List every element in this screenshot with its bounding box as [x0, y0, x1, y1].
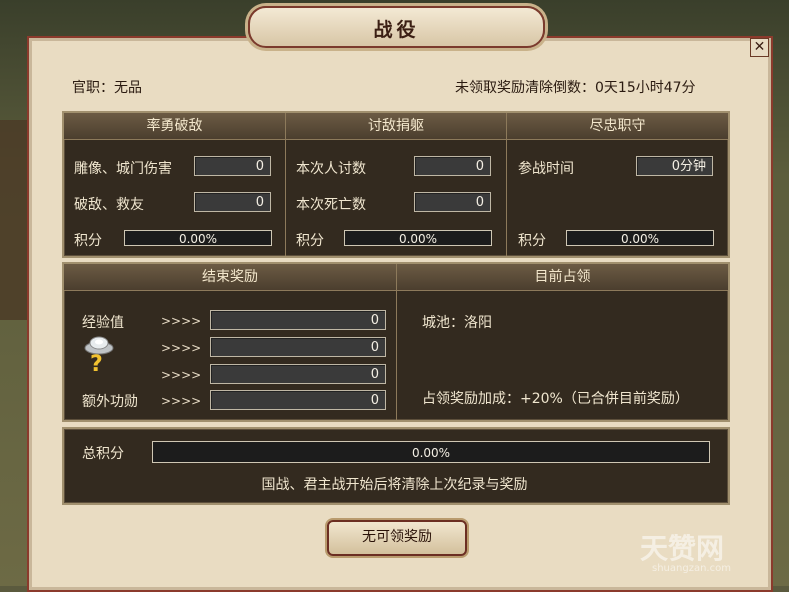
- reset-notice: 国战、君主战开始后将清除上次纪录与奖励: [261, 477, 528, 493]
- bravery-score-bar: 0.00%: [124, 230, 272, 246]
- mystery-arrow: >>>>: [161, 368, 202, 382]
- kills-score-label: 积分: [296, 233, 324, 249]
- loyalty-score-bar: 0.00%: [566, 230, 714, 246]
- total-score-bar: 0.00%: [152, 441, 710, 463]
- occupation-header: 目前占领: [397, 264, 728, 291]
- divider: [506, 113, 507, 256]
- watermark-logo: 天赞网: [640, 532, 725, 565]
- divider: [285, 113, 286, 256]
- kills-count-value: 0: [414, 156, 491, 176]
- dialog-title: 战役: [373, 19, 420, 41]
- mystery-value: 0: [210, 364, 386, 384]
- bravery-score-label: 积分: [74, 233, 102, 249]
- exp-label: 经验值: [82, 315, 124, 331]
- silver-value: 0: [210, 337, 386, 357]
- occupation-bonus: 占领奖励加成：+20%（已合併目前奖励）: [422, 391, 689, 407]
- close-button[interactable]: ✕: [750, 38, 769, 57]
- defeat-rescue-value: 0: [194, 192, 271, 212]
- kills-count-label: 本次人讨数: [296, 161, 366, 177]
- merit-value: 0: [210, 390, 386, 410]
- statue-gate-damage-label: 雕像、城门伤害: [74, 161, 172, 177]
- bravery-header: 率勇破敌: [64, 113, 285, 140]
- reward-countdown: 未领取奖励清除倒数：0天15小时47分: [455, 80, 696, 96]
- deaths-count-label: 本次死亡数: [296, 197, 366, 213]
- battle-time-label: 参战时间: [518, 161, 574, 177]
- loyalty-header: 尽忠职守: [507, 113, 728, 140]
- watermark-url: shuangzan.com: [652, 563, 731, 574]
- exp-arrow: >>>>: [161, 314, 202, 328]
- occupied-city: 城池：洛阳: [422, 315, 492, 331]
- battle-time-value: 0分钟: [636, 156, 713, 176]
- official-rank: 官职：无品: [72, 80, 142, 96]
- rewards-header: 结束奖励: [64, 264, 396, 291]
- merit-label: 额外功勋: [82, 394, 138, 410]
- exp-value: 0: [210, 310, 386, 330]
- divider: [396, 264, 397, 420]
- title-plaque: 战役: [248, 6, 545, 48]
- rewards-panel: 结束奖励 目前占领 经验值 >>>> 0 >>>> 0 >>>> 0 额外功勋 …: [62, 262, 730, 422]
- mystery-reward-icon: ?: [90, 352, 103, 377]
- kills-header: 讨敌捐躯: [286, 113, 506, 140]
- defeat-rescue-label: 破敌、救友: [74, 197, 144, 213]
- total-score-label: 总积分: [82, 446, 124, 462]
- claim-reward-button[interactable]: 无可领奖励: [327, 520, 467, 556]
- kills-score-bar: 0.00%: [344, 230, 492, 246]
- statue-gate-damage-value: 0: [194, 156, 271, 176]
- merit-arrow: >>>>: [161, 394, 202, 408]
- score-panel: 率勇破敌 讨敌捐躯 尽忠职守 雕像、城门伤害 0 破敌、救友 0 积分 0.00…: [62, 111, 730, 258]
- silver-arrow: >>>>: [161, 341, 202, 355]
- deaths-count-value: 0: [414, 192, 491, 212]
- loyalty-score-label: 积分: [518, 233, 546, 249]
